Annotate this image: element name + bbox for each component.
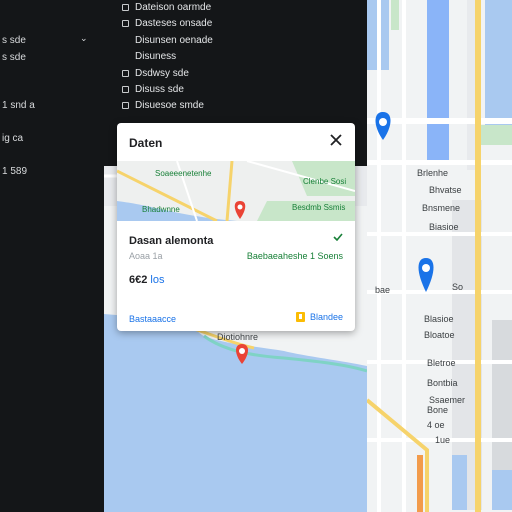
side-label: s sde xyxy=(2,52,26,63)
square-outline-icon xyxy=(122,20,129,27)
side-label: ig ca xyxy=(2,133,24,144)
map-label: Besdmb Ssmis xyxy=(292,203,346,212)
map-label: Bhvatse xyxy=(429,185,462,195)
map-label: Ssaemer xyxy=(429,395,466,405)
square-outline-icon xyxy=(122,70,129,77)
map-label: Bhadwnne xyxy=(142,205,180,214)
directions-button[interactable]: Bastaaacce xyxy=(129,314,176,324)
sidebar-item-label: Disuesoe smde xyxy=(135,100,204,111)
sidebar-item-label: Disuness xyxy=(135,51,177,62)
side-label: 1 snd a xyxy=(2,100,35,111)
chevron-down-icon[interactable]: ⌄ xyxy=(80,33,88,44)
map-label: 4 oe xyxy=(427,420,445,430)
map-label: 1ue xyxy=(435,435,451,445)
map-label: Bontbia xyxy=(427,378,458,388)
sidebar-item-label: Disuss sde xyxy=(135,84,184,95)
map-label: Biasioe xyxy=(429,222,459,232)
side-label: 1 589 xyxy=(2,166,28,177)
side-label: s sde xyxy=(2,35,26,46)
map-label: Blasioe xyxy=(424,314,454,324)
map-label: Bnsmene xyxy=(422,203,461,213)
destination-popup: Daten Soaeeenetenhe Clenbe Sosi Bhadwnne… xyxy=(117,123,355,331)
close-button[interactable] xyxy=(327,131,345,149)
sidebar-item[interactable]: Disunsen oenade xyxy=(135,35,213,46)
destination-address: Aoaa 1a xyxy=(129,251,163,261)
sidebar-item[interactable]: Dasteses onsade xyxy=(122,18,212,29)
map-label: Soaeeenetenhe xyxy=(155,169,212,178)
sidebar-item[interactable]: Dateison oarmde xyxy=(122,2,211,13)
distance-value: 6€2 xyxy=(129,274,148,286)
map-view[interactable]: bae Brlenhe Bhvatse Bnsmene Biasioe So B… xyxy=(367,0,512,512)
sidebar-item[interactable]: Disuness xyxy=(135,51,176,62)
close-icon xyxy=(330,134,342,146)
map-label: Diotiohnre xyxy=(217,332,259,342)
destination-status: Baebaeaheshe 1 Soens xyxy=(246,251,343,261)
share-button[interactable]: Blandee xyxy=(295,312,343,322)
sidebar-item-label: Dateison oarmde xyxy=(135,2,212,13)
destination-name: Dasan alemonta xyxy=(129,235,214,247)
check-icon xyxy=(333,233,343,241)
map-label: Bletroe xyxy=(427,358,456,368)
map-label: Bone xyxy=(427,405,449,415)
share-label: Blandee xyxy=(309,312,343,322)
square-outline-icon xyxy=(122,102,129,109)
sidebar-item[interactable]: Disuss sde xyxy=(122,84,184,95)
sidebar-item[interactable]: Dsdwsy sde xyxy=(122,68,189,79)
map-label: Bloatoe xyxy=(424,330,455,340)
distance-unit: los xyxy=(150,274,165,286)
sidebar-item-label: Dsdwsy sde xyxy=(135,68,189,79)
square-outline-icon xyxy=(122,4,129,11)
sidebar-item-label: Dasteses onsade xyxy=(135,18,213,29)
square-outline-icon xyxy=(122,86,129,93)
sidebar-item[interactable]: Disuesoe smde xyxy=(122,100,204,111)
sidebar-item-label: Disunsen oenade xyxy=(135,35,213,46)
popup-title: Daten xyxy=(129,136,163,150)
share-icon xyxy=(295,312,305,322)
map-label: Clenbe Sosi xyxy=(303,177,347,186)
popup-map-preview[interactable]: Soaeeenetenhe Clenbe Sosi Bhadwnne Besdm… xyxy=(117,161,355,221)
map-label: bae xyxy=(375,285,391,295)
distance-readout: 6€2 los xyxy=(129,274,164,286)
map-label: Brlenhe xyxy=(417,168,449,178)
map-label: So xyxy=(452,282,464,292)
